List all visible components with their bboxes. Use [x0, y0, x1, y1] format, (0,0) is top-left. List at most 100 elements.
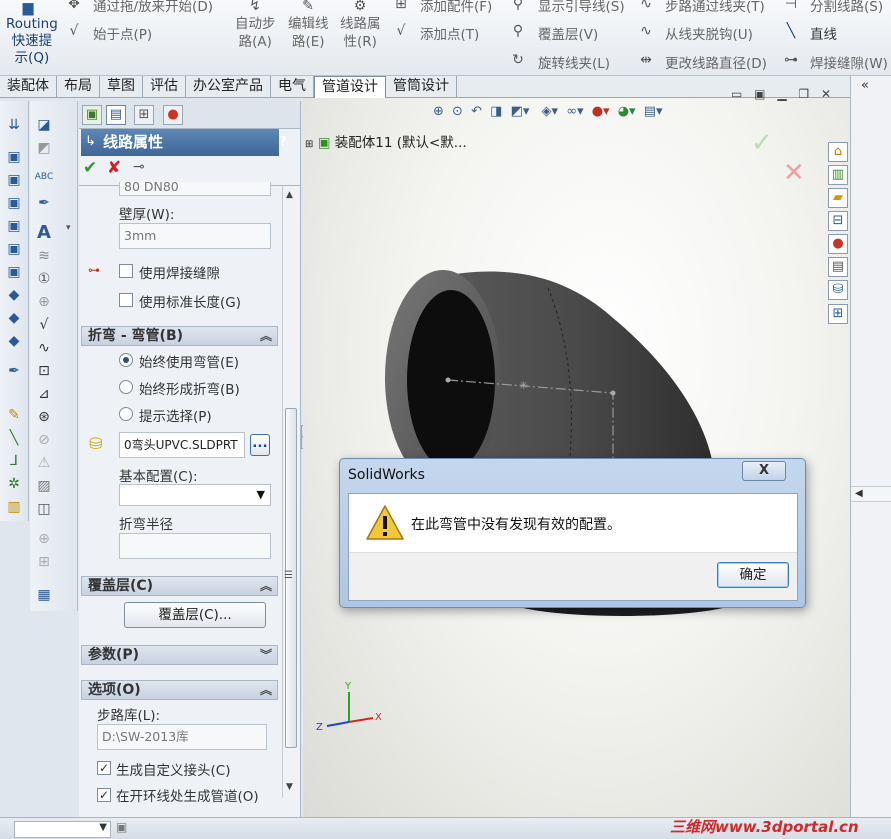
surface-finish-icon[interactable]: √	[34, 315, 54, 335]
tab-6[interactable]: 管道设计	[314, 76, 386, 98]
table-icon[interactable]: ▦	[34, 585, 54, 605]
spell-check-icon[interactable]: ABC	[34, 167, 54, 187]
expand-panel-icon[interactable]: «	[861, 78, 869, 93]
show-guidelines-button[interactable]: 显示引导线(S)	[538, 0, 625, 15]
datum-target-icon[interactable]: ⊿	[34, 384, 54, 404]
routing-library-icon[interactable]: ⛁	[828, 280, 848, 300]
route-properties-button[interactable]: 线路属 性(R)	[340, 15, 381, 51]
pushpin-icon[interactable]: ⊸	[133, 159, 145, 175]
fill-icon[interactable]: ◩	[34, 138, 54, 158]
tab-2[interactable]: 草图	[100, 76, 143, 97]
prompt-select-radio[interactable]	[119, 407, 133, 421]
zoom-to-fit-icon[interactable]: ⊕	[433, 104, 444, 119]
toolbar-dropdown-icon[interactable]: ▾	[66, 223, 71, 233]
tab-3[interactable]: 评估	[143, 76, 186, 97]
always-use-elbow-radio[interactable]	[119, 353, 133, 367]
tile-icon[interactable]: ▭	[731, 87, 742, 101]
scroll-down-icon[interactable]: ▼	[286, 782, 293, 792]
display-style-icon[interactable]: ◈▾	[542, 104, 559, 119]
line-tool-icon[interactable]: ╲	[4, 428, 24, 448]
balloon-icon[interactable]: ⊕	[34, 292, 54, 312]
block-icon[interactable]: ◫	[34, 499, 54, 519]
pm-scrollbar[interactable]: ▲ ▼	[282, 186, 299, 798]
cube-icon[interactable]: ▣	[4, 170, 24, 190]
datum-icon[interactable]: ⊡	[34, 361, 54, 381]
file-explorer-icon[interactable]: ▰	[828, 188, 848, 208]
property-tab-icon[interactable]: ▤	[106, 105, 126, 125]
previous-view-icon[interactable]: ↶	[471, 104, 482, 119]
restore-icon[interactable]: ❐	[798, 87, 809, 101]
flyout-tree[interactable]: ⊞ ▣ 装配体11 (默认<默...	[305, 131, 467, 151]
home-icon[interactable]: ⌂	[828, 142, 848, 162]
cube-icon[interactable]: ▣	[4, 147, 24, 167]
route-point[interactable]	[445, 377, 451, 383]
custom-properties-icon[interactable]: ▤	[828, 257, 848, 277]
expand-chevron-icon[interactable]: ︾	[260, 646, 272, 664]
confirm-check-icon[interactable]: ✓	[751, 128, 773, 158]
elbow-file-field[interactable]: 0弯头UPVC.SLDPRT	[119, 432, 245, 458]
status-icon[interactable]: ▣	[116, 820, 127, 834]
sketch-icon[interactable]: ✎	[4, 405, 24, 425]
generate-open-pipe-checkbox[interactable]: ✓	[97, 788, 111, 802]
feature-tree-tab-icon[interactable]: ▣	[82, 105, 102, 125]
warning-icon[interactable]: ⚠	[34, 453, 54, 473]
collapse-chevron-icon[interactable]: ︽	[260, 577, 272, 595]
auto-route-button[interactable]: 自动步 路(A)	[235, 15, 276, 51]
cover-button[interactable]: 覆盖层(C)...	[124, 602, 266, 628]
base-config-dropdown[interactable]: ▼	[119, 484, 271, 506]
cube-icon[interactable]: ▣	[4, 193, 24, 213]
status-dropdown[interactable]: ▼	[14, 821, 111, 838]
view-settings-icon[interactable]: ▤▾	[644, 104, 663, 119]
cube-icon[interactable]: ▣	[4, 239, 24, 259]
eraser-icon[interactable]: ◪	[34, 115, 54, 135]
appearances-icon[interactable]: ●	[828, 234, 848, 254]
browse-elbow-button[interactable]: ...	[250, 434, 270, 456]
edit-route-button[interactable]: 编辑线 路(E)	[288, 15, 329, 51]
detach-clamp-button[interactable]: 从线夹脱钩(U)	[665, 23, 753, 43]
routing-quick-tips-button[interactable]: Routing 快速提 示(Q)	[6, 16, 58, 67]
line-button[interactable]: 直线	[810, 23, 837, 43]
confirm-cancel-icon[interactable]: ✕	[783, 158, 805, 188]
balloon-icon[interactable]: ①	[34, 269, 54, 289]
route-through-clamp-button[interactable]: 步路通过线夹(T)	[665, 0, 765, 15]
cover-section-header[interactable]: 覆盖层(C) ︽	[81, 576, 278, 596]
centerline-icon[interactable]: ⊞	[34, 552, 54, 572]
rotate-clamp-button[interactable]: 旋转线夹(L)	[538, 52, 610, 72]
add-fitting-button[interactable]: 添加配件(F)	[420, 0, 492, 15]
appearance-tab-icon[interactable]: ●	[163, 105, 183, 125]
hatch-icon[interactable]: ≋	[34, 246, 54, 266]
cancel-x-icon[interactable]: ✘	[107, 158, 121, 178]
dialog-close-button[interactable]: X	[742, 461, 786, 481]
ok-button[interactable]: 确定	[717, 562, 789, 588]
solid-cube-icon[interactable]: ◆	[4, 331, 24, 351]
design-library-icon[interactable]: ▥	[828, 165, 848, 185]
nominal-size-field[interactable]: 80 DN80	[119, 182, 271, 196]
wall-thickness-field[interactable]: 3mm	[119, 223, 271, 249]
collapse-chevron-icon[interactable]: ︽	[260, 681, 272, 699]
point-icon[interactable]: ✲	[4, 474, 24, 494]
solid-cube-icon[interactable]: ◆	[4, 285, 24, 305]
weld-gap-button[interactable]: 焊接缝隙(W)	[810, 52, 888, 72]
route-point[interactable]	[610, 390, 616, 396]
generate-custom-fitting-checkbox[interactable]: ✓	[97, 761, 111, 775]
minimize-icon[interactable]: ▁	[777, 87, 786, 101]
splitter-grip-icon[interactable]: ☰	[284, 570, 293, 581]
tree-root-label[interactable]: 装配体11 (默认<默...	[335, 135, 467, 151]
pen-icon[interactable]: ✒	[4, 361, 24, 381]
geometric-tolerance-icon[interactable]: ⊛	[34, 407, 54, 427]
start-at-point-button[interactable]: 始于点(P)	[93, 23, 152, 43]
hide-show-icon[interactable]: ∞▾	[566, 104, 583, 119]
expand-icon[interactable]: ⊞	[305, 139, 313, 150]
solid-cube-icon[interactable]: ◆	[4, 308, 24, 328]
scroll-up-icon[interactable]: ▲	[286, 190, 293, 200]
options-section-header[interactable]: 选项(O) ︽	[81, 680, 278, 700]
routing-palette-icon[interactable]: ⊞	[828, 304, 848, 324]
tab-5[interactable]: 电气	[271, 76, 314, 97]
apply-scene-icon[interactable]: ◕▾	[618, 104, 636, 119]
section-view-icon[interactable]: ◨	[490, 104, 502, 119]
routing-icon[interactable]: ▆	[20, 0, 36, 16]
move-component-icon[interactable]: ⇊	[4, 115, 24, 135]
hole-callout-icon[interactable]: ⊘	[34, 430, 54, 450]
routing-library-field[interactable]: D:\SW-2013库	[97, 724, 267, 750]
tab-1[interactable]: 布局	[57, 76, 100, 97]
